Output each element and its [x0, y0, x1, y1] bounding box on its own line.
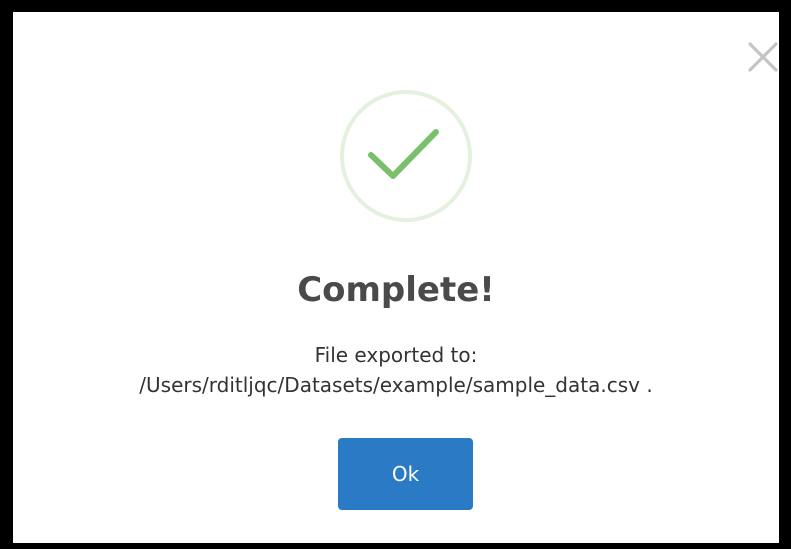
check-circle-icon: [338, 88, 474, 224]
close-button[interactable]: [746, 40, 780, 74]
dialog-title: Complete!: [297, 270, 495, 310]
close-icon: [748, 42, 778, 72]
message-line-label: File exported to:: [314, 343, 478, 367]
dialog-message: File exported to: /Users/rditljqc/Datase…: [13, 340, 779, 400]
export-complete-dialog: Complete! File exported to: /Users/rditl…: [13, 12, 779, 543]
ok-button[interactable]: Ok: [338, 438, 473, 510]
message-line-path: /Users/rditljqc/Datasets/example/sample_…: [139, 373, 653, 397]
